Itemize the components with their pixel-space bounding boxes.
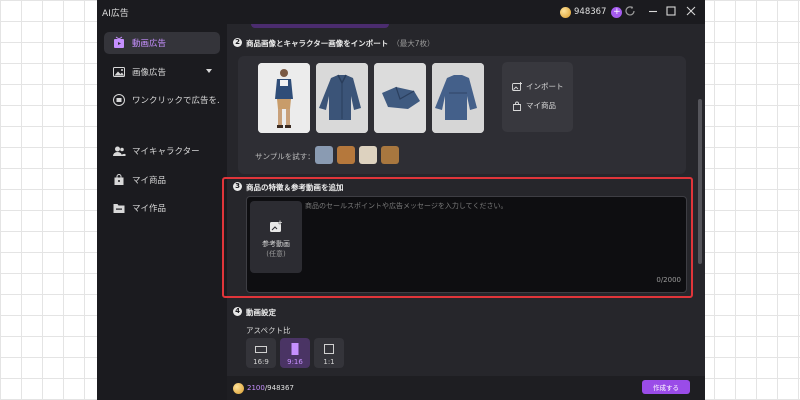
maximize-icon[interactable] — [664, 4, 678, 18]
sidebar-item-label: ワンクリックで広告を... — [132, 96, 220, 106]
scroll-previous-section-edge — [251, 24, 389, 28]
jacket-front-image — [316, 63, 368, 133]
product-bag-icon — [114, 174, 124, 185]
step-3-badge: 3 — [233, 182, 242, 191]
reference-video-label: 参考動画 — [262, 240, 290, 248]
sidebar: 動画広告 画像広告 ワンクリックで広告を... マイキャラクター マイ商品 マイ… — [97, 24, 227, 400]
jacket-folded-image — [374, 63, 426, 133]
sidebar-item-label: マイ作品 — [132, 204, 167, 214]
thumbnail-jacket-back[interactable] — [432, 63, 484, 133]
jacket-back-image — [432, 63, 484, 133]
sidebar-item-label: マイキャラクター — [132, 147, 200, 157]
aspect-ratio-16-9-button[interactable]: 16:9 — [246, 338, 276, 368]
portrait-ratio-icon — [291, 343, 299, 355]
image-upload-icon — [512, 81, 522, 91]
step-4-title: 動画設定 — [246, 308, 276, 317]
square-ratio-icon — [324, 344, 334, 354]
image-ad-icon — [113, 67, 125, 77]
step-2-title: 商品画像とキャラクター画像をインポート （最大7枚） — [246, 39, 435, 48]
aspect-ratio-label: アスペクト比 — [246, 326, 291, 335]
sidebar-item-my-character[interactable]: マイキャラクター — [104, 140, 220, 162]
sample-thumbnail-food[interactable] — [337, 146, 355, 164]
ratio-label: 16:9 — [253, 358, 269, 366]
sidebar-item-image-ad[interactable]: 画像広告 — [104, 61, 220, 83]
footer-bar: 2100 /948367 作成する — [227, 376, 705, 400]
import-label: インポート — [526, 82, 564, 91]
create-button[interactable]: 作成する — [642, 380, 690, 394]
sidebar-item-my-products[interactable]: マイ商品 — [104, 169, 220, 191]
sample-thumbnail-product[interactable] — [359, 146, 377, 164]
aspect-ratio-9-16-button[interactable]: 9:16 — [280, 338, 310, 368]
minimize-icon[interactable] — [646, 4, 660, 18]
credits-count: 948367 — [574, 7, 607, 17]
my-products-label: マイ商品 — [526, 101, 556, 110]
close-icon[interactable] — [684, 4, 698, 18]
aspect-ratio-1-1-button[interactable]: 1:1 — [314, 338, 344, 368]
landscape-ratio-icon — [255, 346, 267, 353]
add-video-icon — [270, 220, 282, 232]
app-window: AI広告 948367 + 動画広告 画像広告 ワンクリックで広告を... マイ… — [97, 0, 705, 400]
character-counter: 0/2000 — [656, 276, 681, 284]
sample-label: サンプルを試す： — [255, 152, 315, 161]
main-content: 2 商品画像とキャラクター画像をインポート （最大7枚） インポート マイ商品 … — [222, 24, 705, 400]
product-description-input[interactable] — [305, 201, 680, 269]
refresh-icon[interactable] — [624, 5, 636, 17]
my-products-button[interactable]: マイ商品 — [512, 100, 556, 111]
folder-icon — [113, 204, 125, 213]
import-actions-panel: インポート マイ商品 — [502, 62, 573, 132]
add-credits-button[interactable]: + — [611, 6, 623, 18]
model-photo-image — [258, 63, 310, 133]
app-title: AI広告 — [102, 9, 129, 19]
sample-thumbnail-bread[interactable] — [381, 146, 399, 164]
sidebar-item-one-click-ad[interactable]: ワンクリックで広告を... — [104, 89, 220, 111]
coin-icon — [233, 382, 244, 394]
coin-icon — [560, 6, 571, 18]
sidebar-item-label: 動画広告 — [132, 39, 167, 49]
ratio-label: 1:1 — [323, 358, 335, 366]
reference-video-button[interactable]: 参考動画 (任意) — [250, 201, 302, 273]
thumbnail-model[interactable] — [258, 63, 310, 133]
cost-amount: 2100 — [247, 384, 265, 392]
sidebar-item-label: 画像広告 — [132, 68, 167, 78]
chevron-down-icon — [206, 69, 212, 73]
sidebar-item-label: マイ商品 — [132, 176, 167, 186]
cost-total: /948367 — [264, 384, 294, 392]
sidebar-item-my-works[interactable]: マイ作品 — [104, 197, 220, 219]
video-ad-icon — [114, 36, 124, 48]
one-click-ad-icon — [113, 94, 125, 106]
sample-thumbnail-jacket[interactable] — [315, 146, 333, 164]
vertical-scrollbar[interactable] — [698, 99, 702, 264]
step-4-badge: 4 — [233, 307, 242, 316]
step-2-badge: 2 — [233, 38, 242, 47]
ratio-label: 9:16 — [287, 358, 303, 366]
shopping-bag-icon — [513, 101, 521, 111]
generation-cost: 2100 /948367 — [233, 382, 294, 394]
thumbnail-jacket-front[interactable] — [316, 63, 368, 133]
import-button[interactable]: インポート — [512, 81, 564, 92]
step-3-title: 商品の特徴＆参考動画を追加 — [246, 183, 344, 192]
description-box: 参考動画 (任意) 0/2000 — [246, 196, 687, 293]
credits-balance: 948367 + — [560, 5, 623, 19]
character-icon — [113, 146, 126, 156]
thumbnail-jacket-folded[interactable] — [374, 63, 426, 133]
sidebar-item-video-ad[interactable]: 動画広告 — [104, 32, 220, 54]
import-panel: インポート マイ商品 サンプルを試す： — [238, 56, 686, 174]
title-bar: AI広告 948367 + — [97, 0, 705, 24]
reference-video-optional: (任意) — [266, 250, 286, 258]
